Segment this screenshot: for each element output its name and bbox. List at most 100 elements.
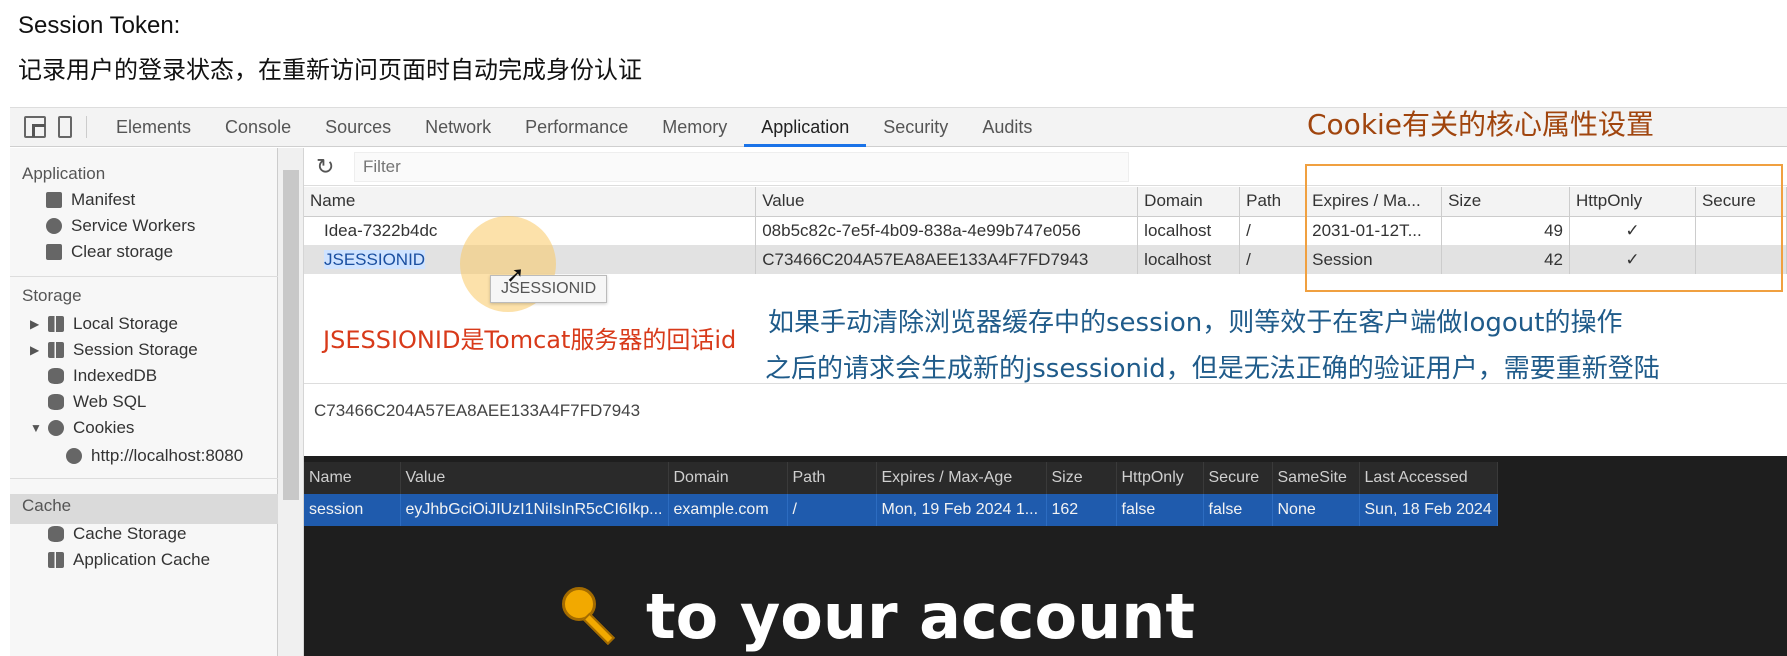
table-row-selected[interactable]: session eyJhbGciOiJIUzI1NiIsInR5cCI6Ikp.…: [304, 494, 1498, 526]
logout-annotation-line1: 如果手动清除浏览器缓存中的session，则等效于在客户端做logout的操作: [768, 308, 1623, 338]
column-header-path[interactable]: Path: [787, 462, 877, 494]
sidebar-item-manifest[interactable]: Manifest: [46, 190, 135, 210]
tab-memory[interactable]: Memory: [645, 107, 744, 147]
column-header-httponly[interactable]: HttpOnly: [1116, 462, 1204, 494]
sidebar-item-label: Cookies: [73, 418, 135, 437]
chevron-down-icon[interactable]: ▼: [30, 421, 42, 435]
sidebar-item-label: Application Cache: [73, 550, 211, 569]
sidebar-header-cache: Cache: [22, 496, 72, 515]
column-header-expires[interactable]: Expires / Max-Age: [876, 462, 1047, 494]
column-header-value[interactable]: Value: [755, 187, 1139, 217]
selected-name-text: JSESSIONID: [324, 249, 426, 269]
cell-name: session: [304, 494, 401, 526]
cookie-icon: [48, 420, 64, 436]
sidebar-item-label: Session Storage: [73, 340, 198, 359]
tab-sources[interactable]: Sources: [308, 107, 408, 147]
cell-domain: localhost: [1137, 245, 1241, 274]
jsessionid-annotation: JSESSIONID是Tomcat服务器的回话id: [323, 326, 737, 354]
column-header-secure[interactable]: Secure: [1203, 462, 1273, 494]
sidebar-header-storage: Storage: [22, 286, 82, 305]
database-icon: [48, 368, 64, 384]
cell-path: /: [787, 494, 877, 526]
tab-console[interactable]: Console: [208, 107, 308, 147]
tab-security[interactable]: Security: [866, 107, 965, 147]
column-header-last-accessed[interactable]: Last Accessed: [1359, 462, 1498, 494]
sidebar-item-cache-storage[interactable]: Cache Storage: [48, 524, 186, 544]
column-header-name[interactable]: Name: [304, 462, 401, 494]
sidebar-item-label: Local Storage: [73, 314, 178, 333]
cell-last-accessed: Sun, 18 Feb 2024: [1359, 494, 1498, 526]
cell-httponly: false: [1116, 494, 1204, 526]
cell-domain: localhost: [1137, 216, 1241, 245]
sidebar-item-service-workers[interactable]: Service Workers: [46, 216, 195, 236]
sidebar-item-websql[interactable]: Web SQL: [48, 392, 146, 412]
column-header-value[interactable]: Value: [400, 462, 669, 494]
scrollbar-thumb[interactable]: [283, 170, 299, 500]
chevron-right-icon[interactable]: ▶: [30, 317, 40, 331]
column-header-domain[interactable]: Domain: [1137, 187, 1241, 217]
cookie-props-annotation: Cookie有关的核心属性设置: [1307, 108, 1655, 141]
sidebar-item-label: IndexedDB: [73, 366, 158, 385]
cell-secure: false: [1203, 494, 1273, 526]
application-sidebar: Application Manifest Service Workers Cle…: [10, 148, 278, 656]
sidebar-item-clear-storage[interactable]: Clear storage: [46, 242, 173, 262]
sidebar-item-label: Manifest: [71, 190, 136, 209]
sidebar-item-label: Clear storage: [71, 242, 174, 261]
tab-performance[interactable]: Performance: [508, 107, 645, 147]
headline: to your account: [562, 580, 1195, 653]
sidebar-item-label: Web SQL: [73, 392, 147, 411]
grid-icon: [48, 316, 64, 332]
sidebar-item-label: Cache Storage: [73, 524, 187, 543]
column-header-size[interactable]: Size: [1046, 462, 1117, 494]
refresh-icon[interactable]: ↻: [316, 154, 342, 180]
sidebar-item-application-cache[interactable]: Application Cache: [48, 550, 210, 570]
cell-value: 08b5c82c-7e5f-4b09-838a-4e99b747e056: [755, 216, 1139, 245]
headline-text: to your account: [646, 580, 1195, 653]
sidebar-item-label: Service Workers: [71, 216, 196, 235]
grid-icon: [48, 552, 64, 568]
tab-elements[interactable]: Elements: [99, 107, 208, 147]
column-header-samesite[interactable]: SameSite: [1272, 462, 1360, 494]
sidebar-item-cookies[interactable]: ▼ Cookies: [30, 418, 134, 438]
device-icon[interactable]: [58, 116, 72, 138]
file-icon: [46, 192, 62, 208]
sidebar-divider: [10, 276, 278, 277]
toolbar-divider: [86, 116, 87, 138]
session-table-header: Name Value Domain Path Expires / Max-Age…: [304, 462, 1498, 494]
tab-audits[interactable]: Audits: [965, 107, 1049, 147]
session-cookie-table: Name Value Domain Path Expires / Max-Age…: [304, 462, 1498, 526]
cell-samesite: None: [1272, 494, 1360, 526]
cell-value: C73466C204A57EA8AEE133A4F7FD7943: [755, 245, 1139, 274]
cell-path: /: [1239, 245, 1307, 274]
sidebar-item-cookie-origin[interactable]: http://localhost:8080: [66, 446, 243, 466]
cookie-props-highlight-box: [1305, 164, 1783, 292]
cell-value: eyJhbGciOiJIUzI1NiIsInR5cCI6Ikp...: [400, 494, 669, 526]
grid-icon: [48, 342, 64, 358]
sidebar-item-session-storage[interactable]: ▶ Session Storage: [30, 340, 198, 360]
mouse-cursor-icon: ➚: [506, 262, 525, 287]
logout-annotation-line2: 之后的请求会生成新的jssessionid，但是无法正确的验证用户，需要重新登陆: [765, 354, 1660, 384]
database-icon: [48, 394, 64, 410]
cell-path: /: [1239, 216, 1307, 245]
cookie-value-preview: C73466C204A57EA8AEE133A4F7FD7943: [304, 383, 1787, 456]
slide-title: Session Token:: [18, 12, 181, 39]
key-icon: [562, 586, 622, 647]
sidebar-divider: [10, 478, 278, 479]
chevron-right-icon[interactable]: ▶: [30, 343, 40, 357]
dark-video-overlay: Name Value Domain Path Expires / Max-Age…: [304, 456, 1787, 656]
tab-application[interactable]: Application: [744, 107, 867, 147]
column-header-name[interactable]: Name: [304, 187, 757, 217]
cell-expires: Mon, 19 Feb 2024 1...: [876, 494, 1047, 526]
cell-domain: example.com: [668, 494, 788, 526]
column-header-path[interactable]: Path: [1239, 187, 1307, 217]
inspect-icon[interactable]: [24, 116, 46, 138]
database-icon: [48, 526, 64, 542]
filter-input[interactable]: [354, 151, 1129, 182]
sidebar-item-indexeddb[interactable]: IndexedDB: [48, 366, 157, 386]
sidebar-header-application: Application: [22, 164, 106, 183]
tab-network[interactable]: Network: [408, 107, 508, 147]
slide-subtitle: 记录用户的登录状态，在重新访问页面时自动完成身份认证: [18, 56, 642, 84]
column-header-domain[interactable]: Domain: [668, 462, 788, 494]
sidebar-item-local-storage[interactable]: ▶ Local Storage: [30, 314, 178, 334]
sidebar-scrollbar[interactable]: [278, 148, 304, 656]
